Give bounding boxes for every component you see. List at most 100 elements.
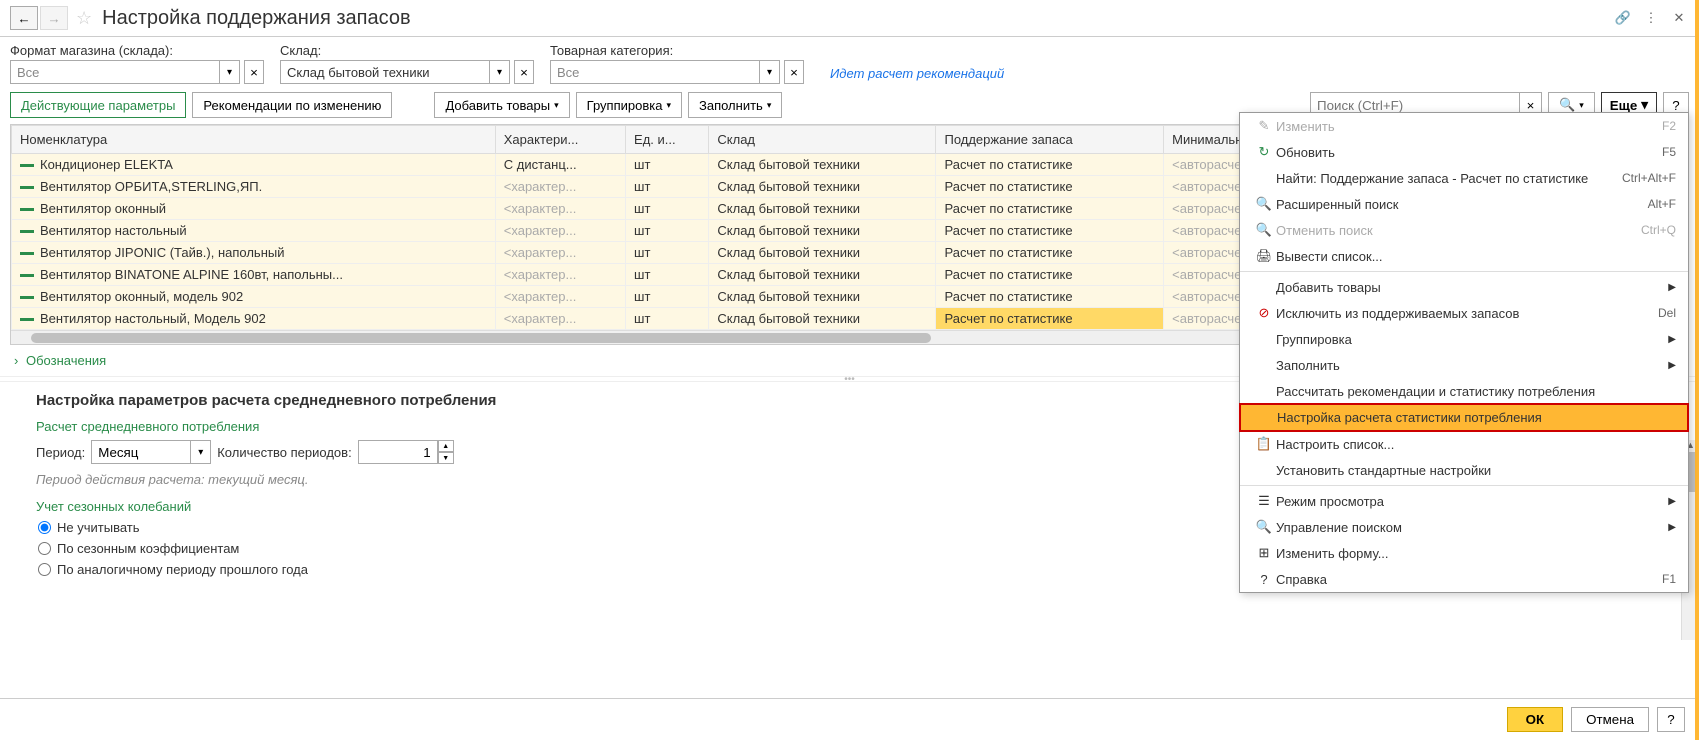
table-cell[interactable]: Расчет по статистике — [936, 286, 1164, 308]
dropdown-item[interactable]: ⊞Изменить форму... — [1240, 540, 1688, 566]
table-cell[interactable]: Вентилятор JIPONIC (Тайв.), напольный — [12, 242, 496, 264]
table-cell[interactable]: шт — [626, 308, 709, 330]
table-cell[interactable]: Склад бытовой техники — [709, 242, 936, 264]
dropdown-item[interactable]: 🖨Вывести список... — [1240, 243, 1688, 269]
dropdown-item[interactable]: Настройка расчета статистики потребления — [1239, 403, 1689, 432]
dropdown-item[interactable]: Заполнить▶ — [1240, 352, 1688, 378]
✎-icon: ✎ — [1252, 118, 1276, 134]
period-select[interactable] — [91, 440, 191, 464]
dropdown-item[interactable]: Найти: Поддержание запаса - Расчет по ст… — [1240, 165, 1688, 191]
table-cell[interactable]: Склад бытовой техники — [709, 154, 936, 176]
table-cell[interactable]: Склад бытовой техники — [709, 176, 936, 198]
recommendation-link[interactable]: Идет расчет рекомендаций — [830, 66, 1004, 84]
table-cell[interactable]: <характер... — [495, 198, 625, 220]
table-cell[interactable]: шт — [626, 198, 709, 220]
table-cell[interactable]: <характер... — [495, 242, 625, 264]
table-cell[interactable]: Склад бытовой техники — [709, 264, 936, 286]
table-header[interactable]: Номенклатура — [12, 126, 496, 154]
warehouse-clear-button[interactable]: × — [514, 60, 534, 84]
format-dropdown-button[interactable]: ▾ — [220, 60, 240, 84]
spinner-up-button[interactable]: ▲ — [438, 440, 454, 452]
table-cell[interactable]: шт — [626, 264, 709, 286]
period-dropdown-button[interactable]: ▾ — [191, 440, 211, 464]
table-cell[interactable]: Расчет по статистике — [936, 176, 1164, 198]
table-cell[interactable]: Вентилятор BINATONE ALPINE 160вт, наполь… — [12, 264, 496, 286]
nav-forward-button[interactable]: → — [40, 6, 68, 30]
dropdown-item[interactable]: ?СправкаF1 — [1240, 566, 1688, 592]
table-cell[interactable]: Склад бытовой техники — [709, 220, 936, 242]
table-cell[interactable]: Расчет по статистике — [936, 308, 1164, 330]
table-cell[interactable]: Расчет по статистике — [936, 198, 1164, 220]
table-cell[interactable]: шт — [626, 242, 709, 264]
table-header[interactable]: Поддержание запаса — [936, 126, 1164, 154]
footer-help-button[interactable]: ? — [1657, 707, 1685, 732]
table-cell[interactable]: Расчет по статистике — [936, 220, 1164, 242]
category-dropdown-button[interactable]: ▾ — [760, 60, 780, 84]
table-header[interactable]: Склад — [709, 126, 936, 154]
dropdown-item-label: Настройка расчета статистики потребления — [1277, 410, 1675, 425]
dropdown-item[interactable]: Добавить товары▶ — [1240, 274, 1688, 300]
dropdown-item[interactable]: Группировка▶ — [1240, 326, 1688, 352]
close-icon[interactable]: ✕ — [1669, 8, 1689, 28]
fill-button[interactable]: Заполнить▾ — [688, 92, 782, 118]
category-input[interactable] — [550, 60, 760, 84]
dropdown-shortcut: Ctrl+Alt+F — [1622, 171, 1676, 185]
table-cell[interactable]: Расчет по статистике — [936, 264, 1164, 286]
table-cell[interactable]: Кондиционер ELEKTA — [12, 154, 496, 176]
table-cell[interactable]: Вентилятор оконный — [12, 198, 496, 220]
table-cell[interactable]: <характер... — [495, 308, 625, 330]
dropdown-item[interactable]: 📋Настроить список... — [1240, 431, 1688, 457]
link-icon[interactable]: 🔗 — [1613, 8, 1633, 28]
table-cell[interactable]: <характер... — [495, 176, 625, 198]
format-input[interactable] — [10, 60, 220, 84]
radio-none[interactable] — [38, 521, 51, 534]
add-products-button[interactable]: Добавить товары▾ — [434, 92, 569, 118]
recommendations-tab[interactable]: Рекомендации по изменению — [192, 92, 392, 118]
table-cell[interactable]: шт — [626, 220, 709, 242]
horizontal-scrollbar-thumb[interactable] — [31, 333, 931, 343]
dropdown-item[interactable]: ☰Режим просмотра▶ — [1240, 488, 1688, 514]
table-cell[interactable]: Вентилятор настольный, Модель 902 — [12, 308, 496, 330]
table-cell[interactable]: шт — [626, 176, 709, 198]
dropdown-item[interactable]: ↻ОбновитьF5 — [1240, 139, 1688, 165]
table-header[interactable]: Характери... — [495, 126, 625, 154]
warehouse-dropdown-button[interactable]: ▾ — [490, 60, 510, 84]
table-cell[interactable]: Расчет по статистике — [936, 154, 1164, 176]
table-cell[interactable]: <характер... — [495, 220, 625, 242]
table-cell[interactable]: Вентилятор ОРБИТА,STERLING,ЯП. — [12, 176, 496, 198]
table-cell[interactable]: Склад бытовой техники — [709, 286, 936, 308]
table-header[interactable]: Ед. и... — [626, 126, 709, 154]
radio-coef[interactable] — [38, 542, 51, 555]
active-params-tab[interactable]: Действующие параметры — [10, 92, 186, 118]
table-cell[interactable]: Вентилятор оконный, модель 902 — [12, 286, 496, 308]
kebab-menu-icon[interactable]: ⋮ — [1641, 8, 1661, 28]
radio-analog[interactable] — [38, 563, 51, 576]
dropdown-item[interactable]: ⊘Исключить из поддерживаемых запасовDel — [1240, 300, 1688, 326]
table-cell[interactable]: шт — [626, 286, 709, 308]
submenu-arrow-icon: ▶ — [1668, 334, 1676, 345]
dropdown-item[interactable]: Установить стандартные настройки — [1240, 457, 1688, 483]
dropdown-item[interactable]: 🔍Расширенный поискAlt+F — [1240, 191, 1688, 217]
format-clear-button[interactable]: × — [244, 60, 264, 84]
nav-back-button[interactable]: ← — [10, 6, 38, 30]
ok-button[interactable]: ОК — [1507, 707, 1564, 732]
dropdown-item-label: Вывести список... — [1276, 249, 1676, 264]
table-cell[interactable]: С дистанц... — [495, 154, 625, 176]
spinner-down-button[interactable]: ▼ — [438, 452, 454, 464]
favorite-star-icon[interactable]: ☆ — [76, 8, 92, 29]
table-cell[interactable]: <характер... — [495, 286, 625, 308]
warehouse-input[interactable] — [280, 60, 490, 84]
table-cell[interactable]: Склад бытовой техники — [709, 308, 936, 330]
cancel-button[interactable]: Отмена — [1571, 707, 1649, 732]
table-cell[interactable]: Вентилятор настольный — [12, 220, 496, 242]
dropdown-item[interactable]: 🔍Управление поиском▶ — [1240, 514, 1688, 540]
dropdown-item[interactable]: Рассчитать рекомендации и статистику пот… — [1240, 378, 1688, 404]
table-cell[interactable]: Склад бытовой техники — [709, 198, 936, 220]
table-cell[interactable]: шт — [626, 154, 709, 176]
table-cell[interactable]: Расчет по статистике — [936, 242, 1164, 264]
table-cell[interactable]: <характер... — [495, 264, 625, 286]
right-accent-bar — [1695, 0, 1699, 740]
grouping-button[interactable]: Группировка▾ — [576, 92, 682, 118]
count-input[interactable] — [358, 440, 438, 464]
category-clear-button[interactable]: × — [784, 60, 804, 84]
